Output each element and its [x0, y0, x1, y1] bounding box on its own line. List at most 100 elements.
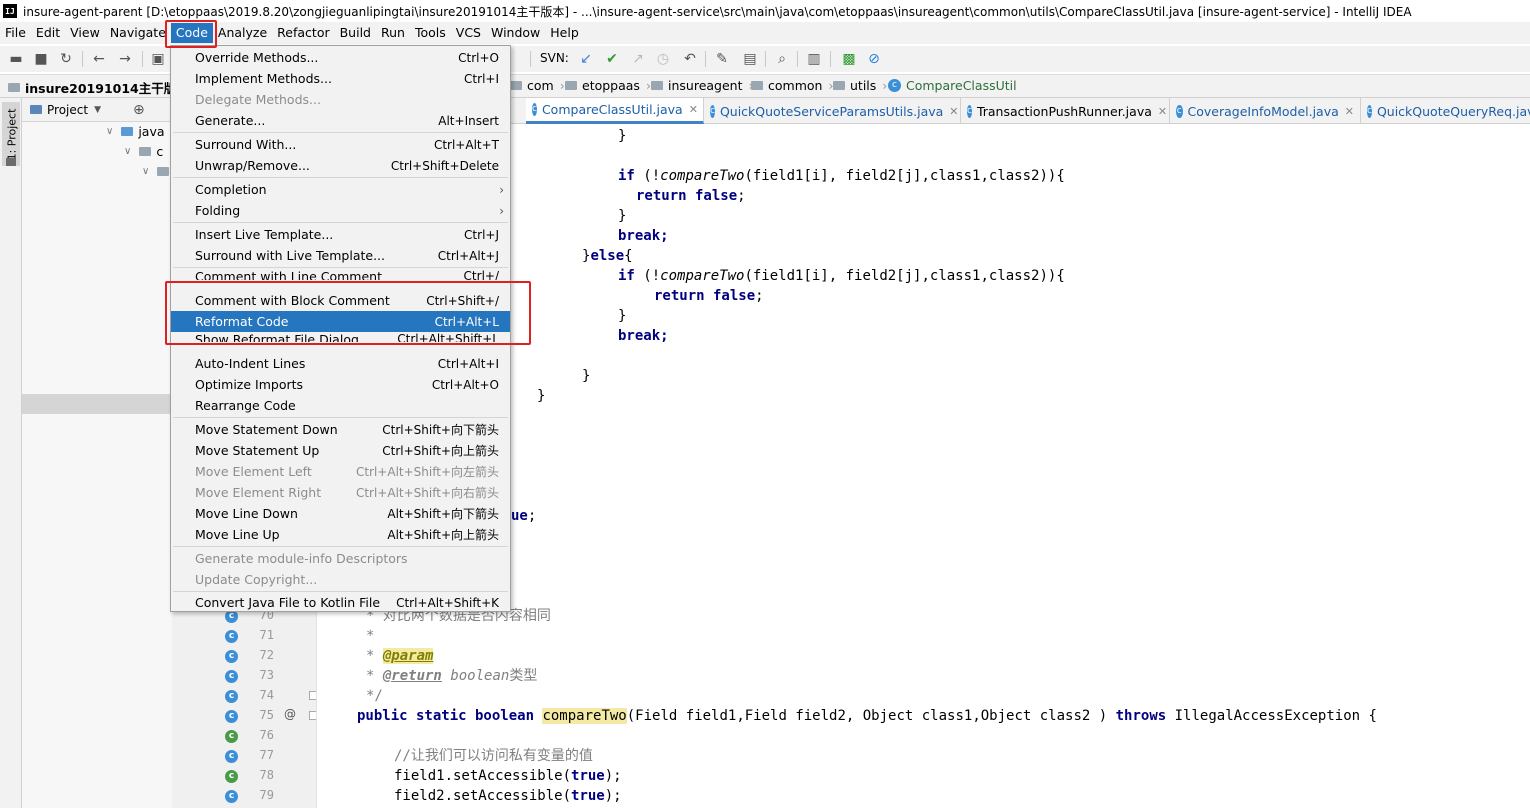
menu-edit[interactable]: Edit — [31, 23, 65, 43]
open-folder-icon[interactable]: ▬ — [8, 51, 24, 67]
expand-arrow-icon[interactable]: ∨ — [124, 146, 131, 157]
breadcrumb-label: utils — [850, 78, 877, 93]
svn-compare-icon[interactable]: ↗ — [630, 51, 646, 67]
svn-revert-icon[interactable]: ↶ — [682, 51, 698, 67]
tree-item-java[interactable]: ∨ java — [106, 121, 165, 141]
close-icon[interactable]: ✕ — [1345, 105, 1354, 118]
menu-item-generate[interactable]: Generate... Alt+Insert — [171, 110, 510, 131]
menu-item-move-statement-down[interactable]: Move Statement Down Ctrl+Shift+向下箭头 — [171, 419, 510, 440]
expand-arrow-icon[interactable]: ∨ — [142, 166, 149, 177]
window-title: insure-agent-parent [D:\etoppaas\2019.8.… — [23, 4, 1412, 19]
menu-help[interactable]: Help — [545, 23, 584, 43]
code-line: break; — [618, 328, 669, 344]
menu-item-convert-to-kotlin[interactable]: Convert Java File to Kotlin File Ctrl+Alt… — [171, 592, 510, 613]
tab-label: QuickQuoteQueryReq.java — [1376, 103, 1530, 119]
menu-item-move-element-right[interactable]: Move Element Right Ctrl+Alt+Shift+向右箭头 — [171, 482, 510, 503]
run-config-icon[interactable]: ▣ — [150, 51, 166, 67]
project-structure-icon[interactable]: ▤ — [742, 51, 758, 67]
breadcrumb-com[interactable]: com › — [510, 78, 565, 93]
selected-tree-row[interactable] — [22, 394, 172, 414]
menu-item-surround-with[interactable]: Surround With... Ctrl+Alt+T — [171, 134, 510, 155]
locate-target-icon[interactable]: ⊕ — [133, 102, 145, 118]
override-marker-icon[interactable]: @ — [284, 707, 296, 721]
tab-quickquotequeryreq[interactable]: c QuickQuoteQueryReq.java — [1361, 98, 1530, 124]
synchronize-icon[interactable]: ↻ — [58, 51, 74, 67]
dropdown-arrow-icon[interactable]: ▼ — [94, 105, 101, 115]
class-icon: c — [225, 690, 238, 703]
menu-item-line-comment[interactable]: Comment with Line Comment Ctrl+/ — [171, 269, 510, 280]
code-comment: */ — [366, 688, 383, 704]
breadcrumb-utils[interactable]: utils › — [833, 78, 887, 93]
tab-compareclassutil[interactable]: c CompareClassUtil.java ✕ — [526, 98, 704, 124]
svn-commit-icon[interactable]: ✔ — [604, 51, 620, 67]
project-tool-button[interactable]: 1: Project — [2, 102, 20, 166]
class-icon: c — [225, 630, 238, 643]
settings-wrench-icon[interactable]: ✎ — [714, 51, 730, 67]
menu-window[interactable]: Window — [486, 23, 545, 43]
code-line: return false; — [654, 288, 764, 304]
menu-item-move-element-left[interactable]: Move Element Left Ctrl+Alt+Shift+向左箭头 — [171, 461, 510, 482]
menu-item-update-copyright[interactable]: Update Copyright... — [171, 569, 510, 590]
menu-vcs[interactable]: VCS — [451, 23, 486, 43]
menu-view[interactable]: View — [65, 23, 105, 43]
close-icon[interactable]: ✕ — [949, 105, 958, 118]
tab-label: CompareClassUtil.java — [541, 102, 683, 117]
tree-item-package[interactable]: ∨ c — [124, 141, 163, 161]
source-folder-icon — [121, 126, 134, 136]
menu-item-generate-module-info[interactable]: Generate module-info Descriptors — [171, 548, 510, 569]
sdk-manager-icon[interactable]: ▥ — [806, 51, 822, 67]
svn-update-icon[interactable]: ↙ — [578, 51, 594, 67]
menu-item-move-line-down[interactable]: Move Line Down Alt+Shift+向下箭头 — [171, 503, 510, 524]
svn-history-icon[interactable]: ◷ — [655, 51, 671, 67]
menu-item-delegate-methods[interactable]: Delegate Methods... — [171, 89, 510, 110]
breadcrumb-insureagent[interactable]: insureagent› — [651, 78, 754, 93]
package-icon — [139, 146, 152, 156]
menu-item-move-statement-up[interactable]: Move Statement Up Ctrl+Shift+向上箭头 — [171, 440, 510, 461]
package-icon — [833, 81, 845, 90]
tab-transactionpushrunner[interactable]: c TransactionPushRunner.java ✕ — [961, 98, 1170, 124]
search-icon[interactable]: ⌕ — [774, 51, 790, 67]
menu-tools[interactable]: Tools — [410, 23, 451, 43]
menu-item-override-methods[interactable]: Override Methods... Ctrl+O — [171, 47, 510, 68]
menu-item-completion[interactable]: Completion › — [171, 179, 510, 200]
tab-quickquoteserviceparamsutils[interactable]: c QuickQuoteServiceParamsUtils.java ✕ — [704, 98, 961, 124]
menu-item-folding[interactable]: Folding › — [171, 200, 510, 221]
menu-item-auto-indent[interactable]: Auto-Indent Lines Ctrl+Alt+I — [171, 353, 510, 374]
menu-item-insert-live-template[interactable]: Insert Live Template... Ctrl+J — [171, 224, 510, 245]
menu-item-surround-live-template[interactable]: Surround with Live Template... Ctrl+Alt+J — [171, 245, 510, 266]
tab-coverageinfomodel[interactable]: c CoverageInfoModel.java ✕ — [1170, 98, 1361, 124]
menu-build[interactable]: Build — [335, 23, 376, 43]
menu-file[interactable]: File — [0, 23, 31, 43]
breadcrumb-label: insure20191014主干版本 — [25, 81, 189, 96]
breadcrumb-common[interactable]: common › — [751, 78, 833, 93]
menu-refactor[interactable]: Refactor — [272, 23, 334, 43]
tab-label: TransactionPushRunner.java — [976, 103, 1152, 119]
menu-item-unwrap-remove[interactable]: Unwrap/Remove... Ctrl+Shift+Delete — [171, 155, 510, 176]
menu-item-optimize-imports[interactable]: Optimize Imports Ctrl+Alt+O — [171, 374, 510, 395]
menu-analyze[interactable]: Analyze — [213, 23, 272, 43]
class-icon: c — [225, 650, 238, 663]
annotation-box-reformat — [165, 281, 531, 345]
code-line: field1.setAccessible(true); — [394, 768, 622, 784]
menu-item-move-line-up[interactable]: Move Line Up Alt+Shift+向上箭头 — [171, 524, 510, 545]
breadcrumb-project[interactable]: insure20191014主干版本 — [8, 78, 189, 97]
save-all-icon[interactable]: ■ — [33, 51, 49, 67]
back-icon[interactable]: ← — [91, 51, 107, 67]
menu-item-rearrange-code[interactable]: Rearrange Code — [171, 395, 510, 416]
close-icon[interactable]: ✕ — [689, 103, 698, 116]
menu-run[interactable]: Run — [376, 23, 410, 43]
class-icon: c — [1367, 104, 1372, 118]
menu-item-implement-methods[interactable]: Implement Methods... Ctrl+I — [171, 68, 510, 89]
project-panel-title[interactable]: Project — [47, 103, 88, 117]
forward-icon[interactable]: → — [117, 51, 133, 67]
power-save-icon[interactable]: ⊘ — [866, 51, 882, 67]
activity-monitor-icon[interactable]: ▩ — [841, 51, 857, 67]
code-comment: * @return boolean类型 — [366, 668, 538, 684]
code-line: }else{ — [582, 248, 633, 264]
breadcrumb-class[interactable]: c CompareClassUtil — [888, 78, 1017, 93]
breadcrumb-etoppaas[interactable]: etoppaas › — [565, 78, 651, 93]
line-number: 79 — [259, 788, 274, 802]
expand-arrow-icon[interactable]: ∨ — [106, 126, 113, 137]
close-icon[interactable]: ✕ — [1158, 105, 1167, 118]
menu-navigate[interactable]: Navigate — [105, 23, 171, 43]
